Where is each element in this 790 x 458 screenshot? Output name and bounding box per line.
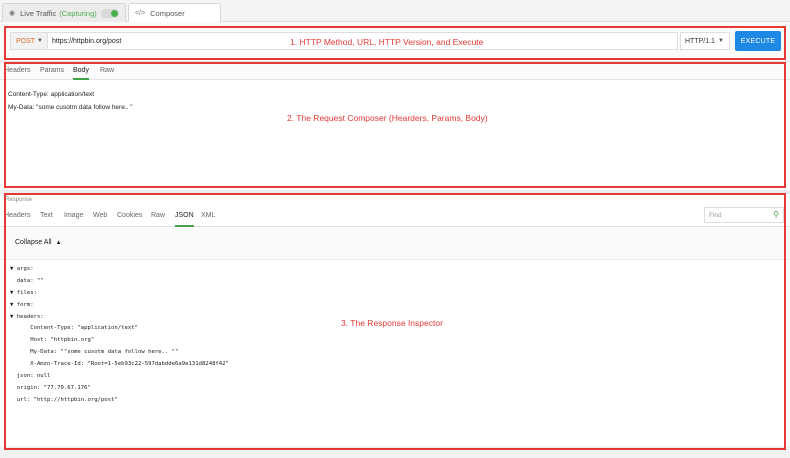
annotation-label-composer: 2. The Request Composer (Hearders, Param… [287, 113, 488, 123]
annotation-label-response: 3. The Response Inspector [341, 318, 443, 328]
tab-composer[interactable]: </> Composer [128, 3, 221, 23]
capturing-status: (Capturing) [59, 8, 97, 18]
eye-icon: ◉ [9, 10, 16, 17]
tab-live-traffic[interactable]: ◉ Live Traffic (Capturing) [2, 3, 126, 22]
annotation-box-composer [4, 62, 786, 188]
tab-composer-label: Composer [150, 9, 185, 18]
toggle-knob [111, 10, 118, 17]
capture-toggle[interactable] [101, 9, 119, 18]
code-icon: </> [135, 10, 146, 17]
top-tab-strip: ◉ Live Traffic (Capturing) </> Composer [0, 0, 790, 23]
annotation-label-request-bar: 1. HTTP Method, URL, HTTP Version, and E… [290, 37, 484, 47]
tab-live-traffic-label: Live Traffic [20, 8, 57, 18]
